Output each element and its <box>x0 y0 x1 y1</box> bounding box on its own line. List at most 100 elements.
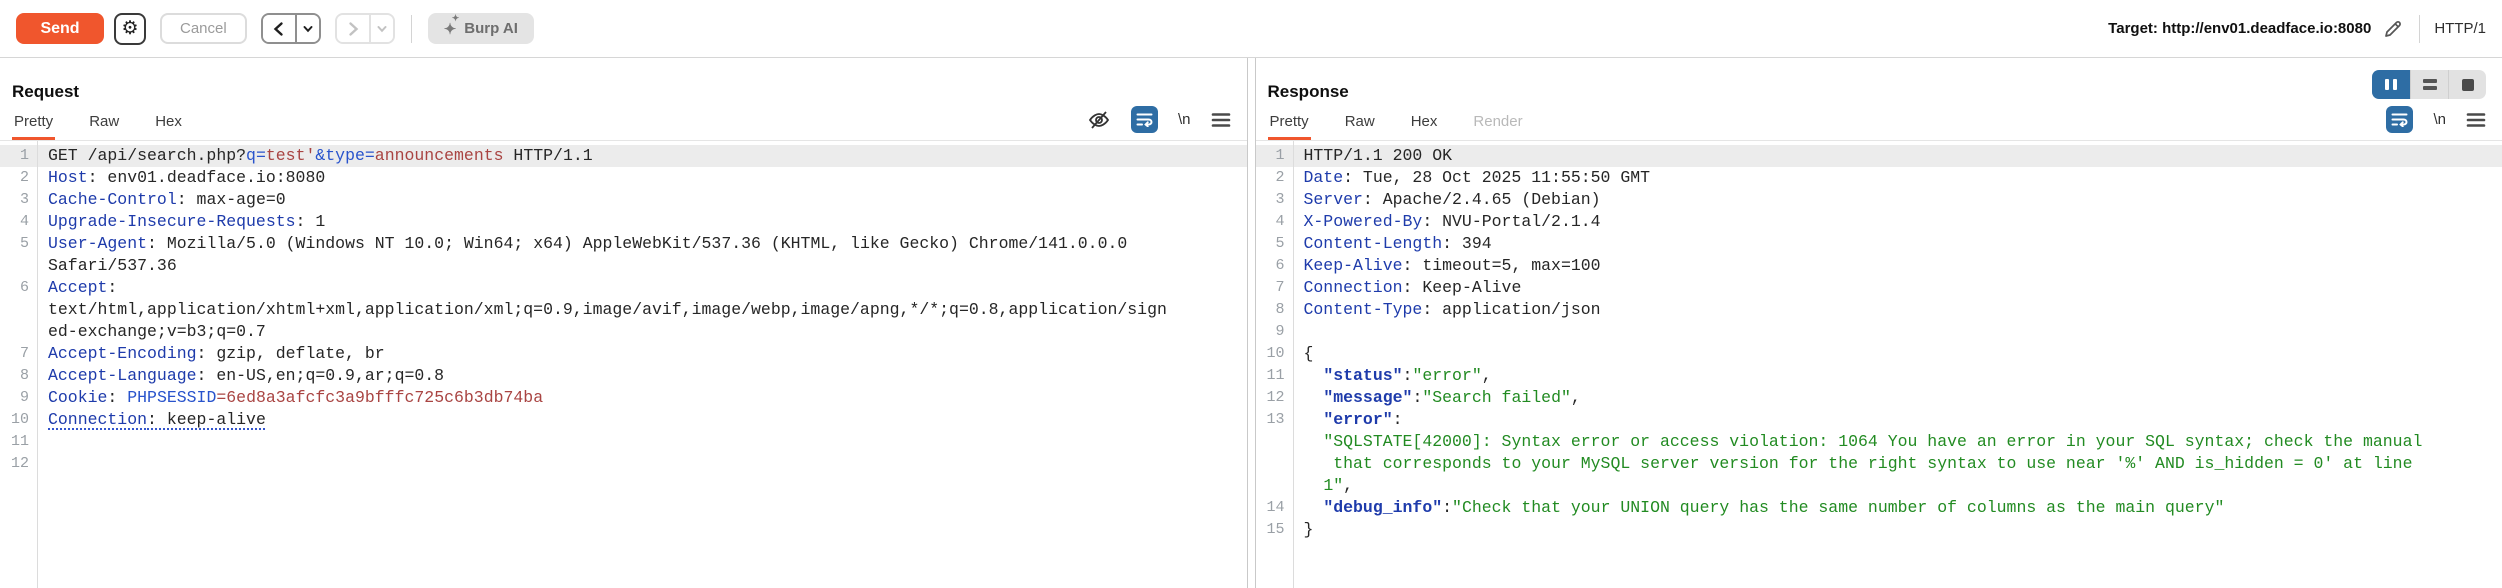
line-number: 7 <box>19 345 29 362</box>
hide-nonprintable-button[interactable] <box>1087 109 1111 131</box>
back-button[interactable] <box>262 15 295 42</box>
response-editor-icons: \n <box>2366 106 2486 140</box>
code-line: "SQLSTATE[42000]: Syntax error or access… <box>1256 431 2502 453</box>
show-newlines-toggle[interactable]: \n <box>2433 111 2446 128</box>
layout-rows-button[interactable] <box>2410 70 2448 99</box>
tab-pretty[interactable]: Pretty <box>1267 104 1311 140</box>
line-number: 6 <box>1275 257 1285 274</box>
code-line: 12 "message":"Search failed", <box>1256 387 2502 409</box>
code-line: 14 "debug_info":"Check that your UNION q… <box>1256 497 2502 519</box>
http-version-selector[interactable]: HTTP/1 <box>2420 20 2486 37</box>
editor-menu-button[interactable] <box>1211 112 1231 128</box>
code-line: Safari/537.36 <box>0 255 1247 277</box>
layout-columns-button[interactable] <box>2372 70 2410 99</box>
hamburger-menu-icon <box>1211 112 1230 127</box>
code-line: 1 GET /api/search.php?q=test'&type=announ… <box>0 145 1247 167</box>
code-line: 11 <box>0 431 1247 453</box>
word-wrap-toggle-button[interactable] <box>1130 106 1158 133</box>
line-number: 11 <box>10 433 29 450</box>
line-number: 4 <box>1275 213 1285 230</box>
hamburger-menu-icon <box>2466 112 2486 127</box>
chevron-down-icon <box>303 25 313 32</box>
word-wrap-toggle-button[interactable] <box>2386 106 2414 133</box>
line-number: 10 <box>10 411 29 428</box>
line-number <box>1256 475 1293 497</box>
code-line: 4 Upgrade-Insecure-Requests: 1 <box>0 211 1247 233</box>
line-number: 5 <box>1275 235 1285 252</box>
response-pane: Response Pretty Raw Hex Render \n 1 HTTP/1.1… <box>1254 58 2502 588</box>
line-number <box>1256 431 1293 453</box>
layout-switcher <box>2372 70 2486 99</box>
chevron-down-icon <box>377 25 387 32</box>
code-line: 6 Accept: <box>0 277 1247 299</box>
burp-ai-label: Burp AI <box>464 20 518 37</box>
request-tabs: Pretty Raw Hex <box>12 104 216 140</box>
line-number: 5 <box>19 235 29 252</box>
rows-layout-icon <box>2422 76 2437 93</box>
tab-raw[interactable]: Raw <box>1343 104 1377 140</box>
line-number: 9 <box>19 389 29 406</box>
line-number: 12 <box>1266 389 1285 406</box>
burp-ai-button[interactable]: ✦ ✦ Burp AI <box>427 12 534 44</box>
line-number <box>0 255 37 277</box>
line-number <box>1256 453 1293 475</box>
code-line: 9 <box>1256 321 2502 343</box>
code-line: that corresponds to your MySQL server ve… <box>1256 453 2502 475</box>
tab-pretty[interactable]: Pretty <box>12 104 56 140</box>
editor-menu-button[interactable] <box>2466 112 2486 128</box>
forward-button[interactable] <box>336 15 369 42</box>
code-line: 5 User-Agent: Mozilla/5.0 (Windows NT 10.… <box>0 233 1247 255</box>
tab-raw[interactable]: Raw <box>87 104 121 140</box>
code-line: 2 Host: env01.deadface.io:8080 <box>0 167 1247 189</box>
cancel-button[interactable]: Cancel <box>160 13 247 44</box>
repeater-main: Request Pretty Raw Hex \n 1 GET /api/search… <box>0 58 2502 588</box>
request-editor[interactable]: 1 GET /api/search.php?q=test'&type=announ… <box>0 141 1247 588</box>
code-line: 9 Cookie: PHPSESSID=6ed8a3afcfc3a9bfffc72… <box>0 387 1247 409</box>
code-line: 6 Keep-Alive: timeout=5, max=100 <box>1256 255 2502 277</box>
line-number: 8 <box>19 367 29 384</box>
line-number: 1 <box>1275 147 1285 164</box>
pencil-icon <box>2385 20 2402 37</box>
code-line: 13 "error": <box>1256 409 2502 431</box>
line-number: 3 <box>1275 191 1285 208</box>
word-wrap-icon <box>2391 113 2408 127</box>
sparkles-icon: ✦ ✦ <box>443 12 460 38</box>
tab-hex[interactable]: Hex <box>1409 104 1440 140</box>
word-wrap-icon <box>1136 113 1153 127</box>
code-line: 3 Cache-Control: max-age=0 <box>0 189 1247 211</box>
chevron-right-icon <box>349 21 358 36</box>
response-editor[interactable]: 1 HTTP/1.1 200 OK 2 Date: Tue, 28 Oct 2025 … <box>1255 141 2502 588</box>
code-line: 7 Connection: Keep-Alive <box>1256 277 2502 299</box>
code-line: 15} <box>1256 519 2502 541</box>
line-number: 3 <box>19 191 29 208</box>
tab-hex[interactable]: Hex <box>153 104 184 140</box>
single-pane-layout-icon <box>2461 78 2474 91</box>
line-number: 8 <box>1275 301 1285 318</box>
code-line: 8 Content-Type: application/json <box>1256 299 2502 321</box>
line-number: 15 <box>1266 521 1285 538</box>
code-line: 10 Connection: keep-alive <box>0 409 1247 431</box>
response-tabbar: Pretty Raw Hex Render \n <box>1255 104 2502 141</box>
edit-target-pencil-button[interactable] <box>2383 19 2403 39</box>
repeater-toolbar: Send ⚙ Cancel ✦ ✦ Burp AI Target: http://… <box>0 0 2502 58</box>
code-line: text/html,application/xhtml+xml,applicat… <box>0 299 1247 321</box>
code-line: 3 Server: Apache/2.4.65 (Debian) <box>1256 189 2502 211</box>
line-number: 7 <box>1275 279 1285 296</box>
line-number: 4 <box>19 213 29 230</box>
layout-single-button[interactable] <box>2448 70 2486 99</box>
tab-render[interactable]: Render <box>1471 104 1524 140</box>
line-number: 14 <box>1266 499 1285 516</box>
show-newlines-toggle[interactable]: \n <box>1178 111 1191 128</box>
code-line: 4 X-Powered-By: NVU-Portal/2.1.4 <box>1256 211 2502 233</box>
request-settings-gear-button[interactable]: ⚙ <box>114 12 146 45</box>
line-number <box>0 321 37 343</box>
line-number: 11 <box>1266 367 1285 384</box>
line-number <box>0 299 37 321</box>
history-forward-group <box>334 13 395 44</box>
back-dropdown-button[interactable] <box>294 15 319 42</box>
forward-dropdown-button[interactable] <box>368 15 393 42</box>
response-pane-title: Response <box>1267 82 1349 101</box>
send-button[interactable]: Send <box>16 13 104 44</box>
code-line: 1 HTTP/1.1 200 OK <box>1255 145 2502 167</box>
chevron-left-icon <box>273 21 283 36</box>
